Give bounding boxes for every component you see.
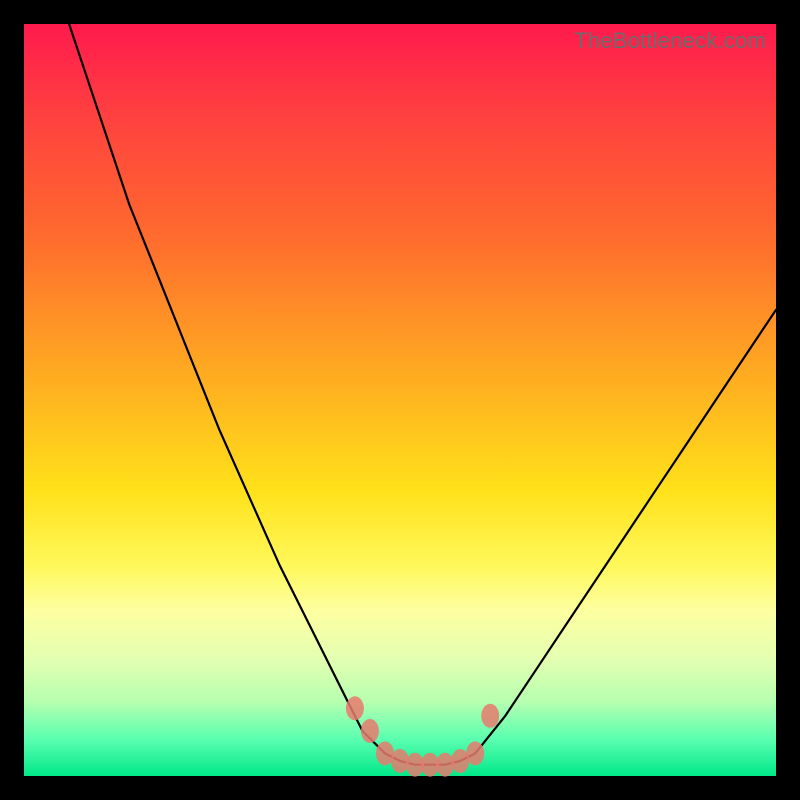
curve-right-branch <box>475 310 776 754</box>
marker-point <box>346 696 364 720</box>
chart-plot-area: TheBottleneck.com <box>24 24 776 776</box>
curve-svg <box>24 24 776 776</box>
marker-point <box>481 704 499 728</box>
curve-left-branch <box>69 24 385 753</box>
marker-point <box>391 749 409 773</box>
marker-point <box>361 719 379 743</box>
marker-point <box>466 741 484 765</box>
marker-group <box>346 696 499 776</box>
marker-point <box>436 753 454 777</box>
